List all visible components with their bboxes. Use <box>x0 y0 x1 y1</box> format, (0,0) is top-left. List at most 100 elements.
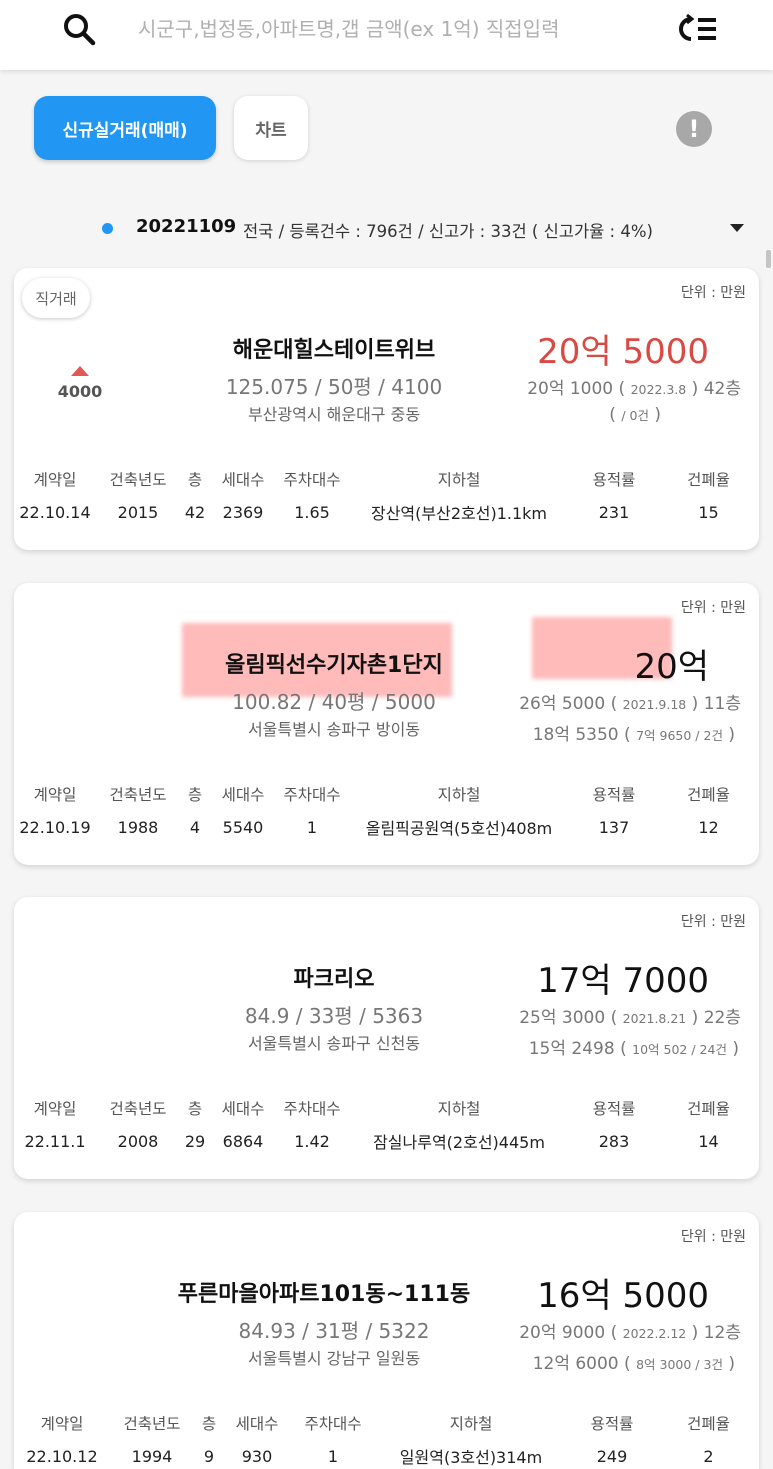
previous-high-date: 2021.9.18 <box>622 697 687 712</box>
previous-high-price: 20억 9000 <box>519 1323 606 1343</box>
table-row: 22.10.14 2015 42 2369 1.65 장산역(부산2호선)1.1… <box>14 494 759 530</box>
summary-date: 20221109 <box>136 216 237 237</box>
apartment-spec: 125.075 / 50평 / 4100 <box>225 375 443 399</box>
dropdown-caret-icon[interactable] <box>730 224 744 232</box>
build-year: 2008 <box>117 1131 159 1151</box>
col-subway: 지하철 <box>437 1100 481 1118</box>
col-subway: 지하철 <box>437 471 481 489</box>
col-households: 세대수 <box>221 1100 265 1118</box>
col-subway: 지하철 <box>449 1415 493 1433</box>
previous-high-price: 25억 3000 <box>519 1008 606 1028</box>
col-bcr: 건폐율 <box>687 471 730 489</box>
deal-detail-table: 계약일 건축년도 층 세대수 주차대수 지하철 용적률 건폐율 22.10.14… <box>14 464 759 530</box>
transaction-card[interactable]: 단위 : 만원 직거래 4000 해운대힐스테이트위브 125.075 / 50… <box>14 268 759 550</box>
col-contract-date: 계약일 <box>33 471 77 489</box>
gap-info: ( / 0건 ) <box>609 405 661 425</box>
col-households: 세대수 <box>221 786 265 804</box>
floor-area-ratio: 137 <box>598 817 630 837</box>
col-bcr: 건폐율 <box>687 786 730 804</box>
apartment-spec: 100.82 / 40평 / 5000 <box>232 690 436 714</box>
scrollbar[interactable] <box>766 250 771 268</box>
building-coverage-ratio: 12 <box>698 817 719 837</box>
search-icon[interactable] <box>60 10 100 50</box>
col-floor: 층 <box>187 786 203 804</box>
unit-label: 단위 : 만원 <box>680 914 746 930</box>
previous-high-floor: 12층 <box>703 1323 741 1343</box>
apartment-name[interactable]: 푸른마을아파트101동~111동 <box>144 1276 504 1308</box>
building-coverage-ratio: 2 <box>703 1446 714 1466</box>
previous-high: 20억 1000 ( 2022.3.8 ) 42층 <box>527 379 741 399</box>
households: 930 <box>241 1446 273 1466</box>
unit-label: 단위 : 만원 <box>680 285 746 301</box>
col-contract-date: 계약일 <box>33 786 77 804</box>
col-subway: 지하철 <box>437 786 481 804</box>
daily-summary[interactable]: 20221109 전국 / 등록건수 : 796건 / 신고가 : 33건 ( … <box>0 212 773 246</box>
gap-detail: 8억 3000 / 3건 <box>636 1357 723 1372</box>
col-floor: 층 <box>187 471 203 489</box>
subway: 일원역(3호선)314m <box>399 1448 543 1467</box>
direct-deal-badge: 직거래 <box>22 278 90 318</box>
deal-detail-table: 계약일 건축년도 층 세대수 주차대수 지하철 용적률 건폐율 22.11.1 … <box>14 1093 759 1159</box>
gap-price: 18억 5350 <box>532 725 619 745</box>
up-arrow-icon <box>71 366 89 376</box>
summary-text: 전국 / 등록건수 : 796건 / 신고가 : 33건 ( 신고가율 : 4%… <box>243 222 653 241</box>
col-far: 용적률 <box>592 471 636 489</box>
deal-detail-table: 계약일 건축년도 층 세대수 주차대수 지하철 용적률 건폐율 22.10.12… <box>14 1408 759 1469</box>
col-contract-date: 계약일 <box>40 1415 84 1433</box>
table-row: 22.10.19 1988 4 5540 1 올림픽공원역(5호선)408m 1… <box>14 809 759 845</box>
floor: 29 <box>184 1131 206 1151</box>
col-households: 세대수 <box>235 1415 279 1433</box>
col-build-year: 건축년도 <box>109 1100 167 1118</box>
info-icon[interactable]: ! <box>676 111 712 147</box>
households: 2369 <box>222 502 264 522</box>
table-header-row: 계약일 건축년도 층 세대수 주차대수 지하철 용적률 건폐율 <box>14 779 759 809</box>
tab-chart[interactable]: 차트 <box>234 96 308 160</box>
floor-area-ratio: 231 <box>598 502 630 522</box>
building-coverage-ratio: 14 <box>698 1131 719 1151</box>
apartment-name[interactable]: 올림픽선수기자촌1단지 <box>154 647 514 679</box>
price-change-value: 4000 <box>57 382 103 401</box>
deal-detail-table: 계약일 건축년도 층 세대수 주차대수 지하철 용적률 건폐율 22.10.19… <box>14 779 759 845</box>
floor: 42 <box>184 502 206 522</box>
previous-high-date: 2021.8.21 <box>622 1011 687 1026</box>
col-households: 세대수 <box>221 471 265 489</box>
apartment-name[interactable]: 파크리오 <box>154 961 514 993</box>
col-bcr: 건폐율 <box>687 1100 730 1118</box>
transaction-card[interactable]: 단위 : 만원 파크리오 84.9 / 33평 / 5363 서울특별시 송파구… <box>14 897 759 1179</box>
apartment-address: 부산광역시 해운대구 중동 <box>247 405 421 424</box>
contract-date: 22.10.19 <box>19 817 91 837</box>
table-row: 22.10.12 1994 9 930 1 일원역(3호선)314m 249 2 <box>14 1438 759 1469</box>
gap-detail: / 0건 <box>621 408 649 423</box>
previous-high-floor: 11층 <box>703 694 741 714</box>
apartment-name[interactable]: 해운대힐스테이트위브 <box>154 332 514 364</box>
status-dot-icon <box>102 223 113 234</box>
apartment-spec: 84.93 / 31평 / 5322 <box>238 1319 430 1343</box>
apartment-address: 서울특별시 송파구 방이동 <box>247 720 421 739</box>
previous-high-date: 2022.2.12 <box>622 1326 687 1341</box>
deal-price: 20억 5000 <box>537 332 709 372</box>
col-far: 용적률 <box>592 786 636 804</box>
col-floor: 층 <box>187 1100 203 1118</box>
contract-date: 22.10.12 <box>26 1446 98 1466</box>
col-contract-date: 계약일 <box>33 1100 77 1118</box>
table-header-row: 계약일 건축년도 층 세대수 주차대수 지하철 용적률 건폐율 <box>14 464 759 494</box>
deal-price: 16억 5000 <box>537 1276 709 1316</box>
deal-price: 20억 <box>634 647 709 687</box>
previous-high-date: 2022.3.8 <box>630 382 687 397</box>
floor: 4 <box>189 817 201 837</box>
col-parking: 주차대수 <box>283 471 341 489</box>
tab-new-transactions[interactable]: 신규실거래(매매) <box>34 96 216 160</box>
households: 5540 <box>222 817 264 837</box>
previous-high: 20억 9000 ( 2022.2.12 ) 12층 <box>519 1323 741 1343</box>
transaction-card[interactable]: 단위 : 만원 푸른마을아파트101동~111동 84.93 / 31평 / 5… <box>14 1212 759 1469</box>
build-year: 1994 <box>131 1446 173 1466</box>
search-input[interactable] <box>138 10 638 48</box>
unit-label: 단위 : 만원 <box>680 1229 746 1245</box>
table-row: 22.11.1 2008 29 6864 1.42 잠실나루역(2호선)445m… <box>14 1123 759 1159</box>
transaction-card[interactable]: 단위 : 만원 올림픽선수기자촌1단지 100.82 / 40평 / 5000 … <box>14 583 759 865</box>
subway: 올림픽공원역(5호선)408m <box>365 819 553 838</box>
col-parking: 주차대수 <box>304 1415 362 1433</box>
parking: 1 <box>306 817 318 837</box>
gap-info: 15억 2498 ( 10억 502 / 24건 ) <box>528 1039 739 1059</box>
filter-list-icon[interactable] <box>678 12 722 46</box>
